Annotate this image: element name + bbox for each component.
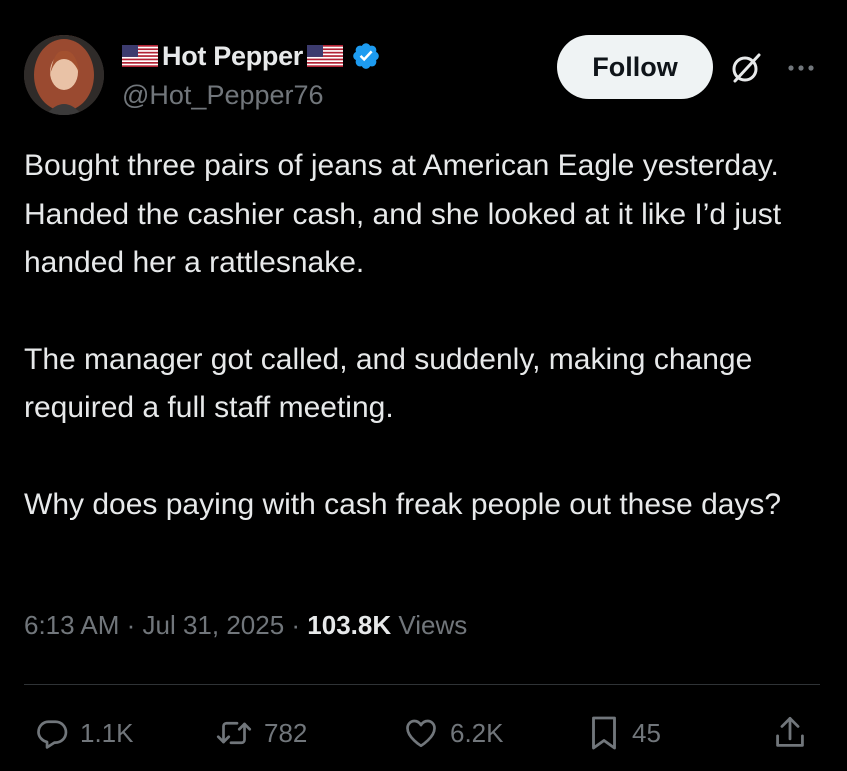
action-bar: 1.1K 782 6.2K 45: [0, 708, 847, 758]
like-count: 6.2K: [450, 717, 504, 748]
more-icon[interactable]: [782, 56, 820, 80]
share-button[interactable]: [772, 708, 808, 758]
author-display-name[interactable]: Hot Pepper: [162, 41, 303, 72]
tweet-meta: 6:13 AM · Jul 31, 2025 · 103.8K Views: [24, 610, 467, 641]
like-button[interactable]: 6.2K: [402, 708, 504, 758]
heart-icon: [406, 719, 436, 748]
us-flag-icon: [122, 45, 158, 67]
tweet-time[interactable]: 6:13 AM: [24, 610, 119, 640]
repost-icon: [216, 721, 252, 745]
reply-count: 1.1K: [80, 717, 134, 748]
grok-icon[interactable]: [728, 50, 764, 86]
repost-count: 782: [264, 717, 308, 748]
us-flag-icon: [307, 45, 344, 67]
tweet-paragraph: Bought three pairs of jeans at American …: [24, 149, 782, 279]
follow-button[interactable]: Follow: [557, 35, 713, 99]
bookmark-count: 45: [632, 717, 661, 748]
author-name-row[interactable]: Hot Pepper: [122, 40, 381, 72]
meta-separator: ·: [284, 610, 308, 640]
bookmark-button[interactable]: 45: [586, 708, 661, 758]
bookmark-icon: [592, 716, 616, 750]
meta-separator: ·: [119, 610, 143, 640]
views-label: Views: [391, 610, 468, 640]
tweet-text: Bought three pairs of jeans at American …: [24, 142, 824, 529]
verified-badge-icon[interactable]: [351, 41, 381, 71]
reply-button[interactable]: 1.1K: [34, 708, 134, 758]
avatar[interactable]: [24, 35, 104, 115]
author-handle[interactable]: @Hot_Pepper76: [122, 80, 324, 111]
avatar-photo: [24, 35, 104, 115]
tweet-date[interactable]: Jul 31, 2025: [143, 610, 285, 640]
share-icon: [776, 716, 804, 747]
reply-icon: [37, 720, 68, 749]
tweet-paragraph: Why does paying with cash freak people o…: [24, 487, 782, 521]
divider: [24, 684, 820, 685]
repost-button[interactable]: 782: [214, 708, 307, 758]
tweet-paragraph: The manager got called, and suddenly, ma…: [24, 342, 753, 425]
views-count[interactable]: 103.8K: [307, 610, 391, 640]
